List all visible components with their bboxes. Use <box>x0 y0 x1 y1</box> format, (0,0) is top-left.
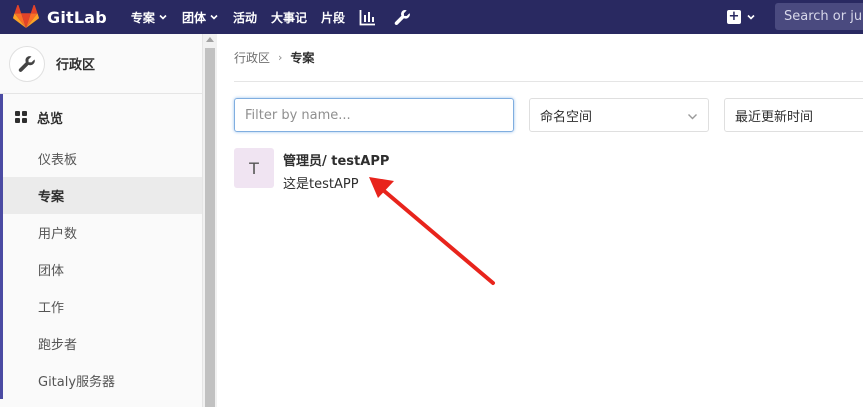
plus-square-icon: + <box>727 9 741 24</box>
nav-projects-label: 专案 <box>130 10 155 25</box>
breadcrumb-admin-link[interactable]: 行政区 <box>234 49 270 66</box>
sidebar-sublist: 仪表板 专案 用户数 团体 工作 跑步者 Gitaly服务器 <box>0 140 202 399</box>
sidebar-item-users[interactable]: 用户数 <box>0 214 202 251</box>
sidebar-item-jobs[interactable]: 工作 <box>0 288 202 325</box>
main-content: 行政区 › 专案 命名空间 最近更新时间 T 管理员/ testAPP 这是te… <box>217 34 863 407</box>
namespace-select-label: 命名空间 <box>540 109 593 125</box>
nav-admin-area[interactable] <box>394 0 411 34</box>
sort-select-label: 最近更新时间 <box>735 109 814 125</box>
nav-snippets-label: 片段 <box>320 10 345 25</box>
bar-chart-icon <box>359 9 375 25</box>
chevron-down-icon <box>210 14 218 20</box>
grid-icon <box>15 111 27 123</box>
nav-groups-label: 团体 <box>181 10 206 25</box>
nav-milestones-label: 大事记 <box>270 10 307 25</box>
header-divider <box>234 81 863 82</box>
sidebar-item-groups[interactable]: 团体 <box>0 251 202 288</box>
nav-activity-label: 活动 <box>232 10 257 25</box>
project-name-link[interactable]: 管理员/ testAPP <box>283 150 389 169</box>
scroll-thumb[interactable] <box>205 48 215 407</box>
context-avatar <box>9 45 45 82</box>
project-description: 这是testAPP <box>283 177 359 192</box>
chevron-down-icon <box>159 14 167 20</box>
sidebar-scrollbar[interactable] <box>203 34 217 407</box>
filter-input[interactable] <box>245 107 495 123</box>
sidebar-context-header[interactable]: 行政区 <box>0 34 202 94</box>
scroll-up-arrow-icon[interactable] <box>206 37 214 42</box>
chevron-right-icon: › <box>278 51 283 64</box>
global-search[interactable] <box>775 3 863 30</box>
nav-projects[interactable]: 专案 <box>131 0 168 34</box>
sidebar-nav: 行政区 总览 仪表板 专案 用户数 团体 工作 跑步者 Gitaly服务器 <box>0 34 203 407</box>
sidebar-section-label: 总览 <box>37 111 64 127</box>
new-dropdown[interactable]: + <box>727 0 756 34</box>
namespace-select[interactable]: 命名空间 <box>529 98 709 132</box>
gitlab-logo-icon <box>13 5 39 28</box>
sidebar-item-runners[interactable]: 跑步者 <box>0 325 202 362</box>
sort-select[interactable]: 最近更新时间 <box>724 98 863 132</box>
sidebar-item-overview[interactable]: 总览 <box>0 94 202 140</box>
sidebar-item-projects[interactable]: 专案 <box>0 177 202 214</box>
brand-name: GitLab <box>47 7 107 27</box>
nav-groups[interactable]: 团体 <box>182 0 219 34</box>
search-input[interactable] <box>784 9 863 24</box>
sidebar: 行政区 总览 仪表板 专案 用户数 团体 工作 跑步者 Gitaly服务器 <box>0 34 217 407</box>
chevron-down-icon <box>688 114 697 120</box>
wrench-icon <box>18 55 35 72</box>
nav-activity[interactable]: 活动 <box>233 0 257 34</box>
top-navbar: GitLab 专案 团体 活动 大事记 片段 + Search or jump … <box>0 0 863 34</box>
sidebar-item-gitaly-servers[interactable]: Gitaly服务器 <box>0 362 202 399</box>
gitlab-home-link[interactable]: GitLab <box>13 0 107 34</box>
filter-by-name[interactable] <box>234 98 514 132</box>
sidebar-item-dashboard[interactable]: 仪表板 <box>0 140 202 177</box>
nav-milestones[interactable]: 大事记 <box>271 0 307 34</box>
context-title: 行政区 <box>56 58 96 73</box>
breadcrumb: 行政区 › 专案 <box>234 34 314 81</box>
project-text: 管理员/ testAPP 这是testAPP <box>283 148 389 192</box>
project-avatar[interactable]: T <box>234 148 274 188</box>
breadcrumb-current[interactable]: 专案 <box>290 49 314 66</box>
nav-activity-chart[interactable] <box>359 0 376 34</box>
nav-snippets[interactable]: 片段 <box>321 0 345 34</box>
wrench-icon <box>394 9 410 25</box>
main-nav: 专案 团体 活动 大事记 片段 <box>131 0 429 34</box>
project-row: T 管理员/ testAPP 这是testAPP <box>234 148 389 192</box>
chevron-down-icon <box>747 14 755 20</box>
